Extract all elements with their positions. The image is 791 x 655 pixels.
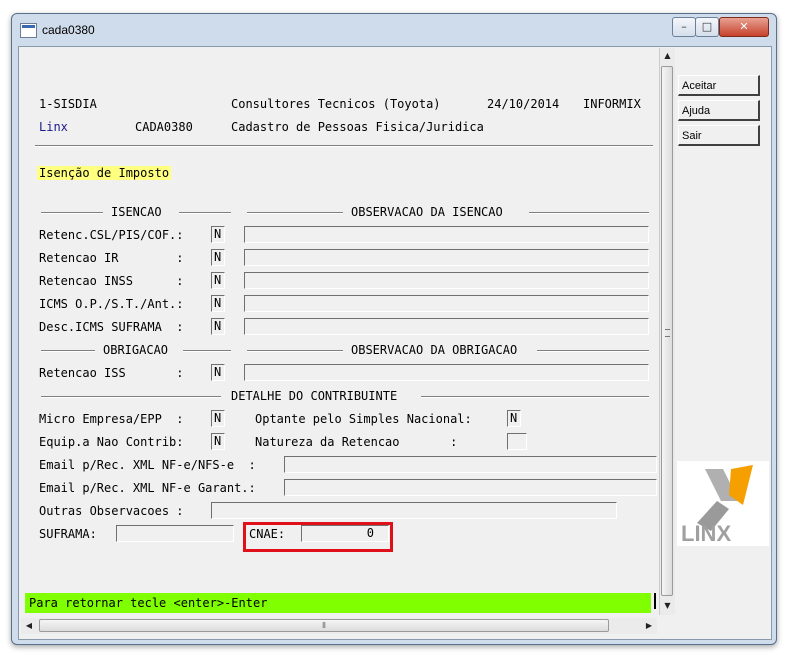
terminal-screen: 1-SISDIA Consultores Tecnicos (Toyota) 2… (21, 48, 657, 615)
email-garant-label: Email p/Rec. XML NF-e Garant.: (39, 481, 256, 495)
window-title: cada0380 (42, 23, 95, 37)
natureza-retencao-field[interactable] (507, 433, 527, 450)
simples-nacional-field[interactable]: N (507, 410, 521, 427)
divider (35, 145, 653, 147)
app-icon (20, 23, 37, 38)
app-window: cada0380 – □ ✕ 1-SISDIA Consultores Tecn… (11, 13, 777, 645)
isencao-obs-heading: OBSERVACAO DA ISENCAO (351, 205, 503, 219)
company-label: Consultores Tecnicos (Toyota) (231, 97, 441, 111)
client-area: 1-SISDIA Consultores Tecnicos (Toyota) 2… (18, 46, 772, 640)
logo-text: LINX (681, 521, 731, 546)
maximize-button[interactable]: □ (695, 17, 719, 37)
divider (247, 212, 343, 214)
desc-icms-suframa-obs-field[interactable] (244, 318, 649, 335)
retencao-ir-obs-field[interactable] (244, 249, 649, 266)
program-title: Cadastro de Pessoas Fisica/Juridica (231, 120, 484, 134)
isencao-heading: ISENCAO (111, 205, 162, 219)
suframa-field[interactable] (116, 525, 234, 542)
suframa-label: SUFRAMA: (39, 527, 97, 541)
side-panel: Aceitar Ajuda Sair LINX (675, 48, 769, 636)
text-cursor (654, 593, 656, 609)
exit-button[interactable]: Sair (678, 125, 760, 146)
icms-op-field[interactable]: N (211, 295, 225, 312)
status-line: Para retornar tecle <enter>-Enter (25, 593, 651, 613)
equip-nao-contrib-label: Equip.a Nao Contrib: (39, 435, 184, 449)
icms-op-obs-field[interactable] (244, 295, 649, 312)
email-garant-field[interactable] (284, 479, 657, 496)
divider (41, 350, 95, 352)
retencao-inss-obs-field[interactable] (244, 272, 649, 289)
simples-nacional-label: Optante pelo Simples Nacional: (255, 412, 472, 426)
retencao-iss-field[interactable]: N (211, 364, 225, 381)
icms-op-label: ICMS O.P./S.T./Ant.: (39, 297, 184, 311)
retencao-iss-label: Retencao ISS : (39, 366, 184, 380)
desc-icms-suframa-field[interactable]: N (211, 318, 225, 335)
date-label: 24/10/2014 (487, 97, 560, 111)
program-code: CADA0380 (135, 120, 193, 134)
micro-empresa-label: Micro Empresa/EPP : (39, 412, 184, 426)
system-label: 1-SISDIA (39, 97, 97, 111)
horizontal-scrollbar[interactable]: ◀ ⦀ ▶ (21, 618, 657, 634)
grip-icon (665, 329, 670, 337)
close-button[interactable]: ✕ (719, 17, 769, 37)
divider (537, 350, 649, 352)
retenc-csl-label: Retenc.CSL/PIS/COF.: (39, 228, 184, 242)
email-nfe-field[interactable] (284, 456, 657, 473)
scroll-left-icon[interactable]: ◀ (21, 618, 37, 634)
divider (529, 212, 649, 214)
retencao-iss-obs-field[interactable] (244, 364, 649, 381)
brand-label: Linx (39, 120, 68, 134)
retencao-ir-field[interactable]: N (211, 249, 225, 266)
horizontal-scroll-thumb[interactable]: ⦀ (39, 619, 609, 632)
accept-button[interactable]: Aceitar (678, 75, 760, 96)
cnae-label: CNAE: (249, 527, 286, 541)
scroll-down-icon[interactable]: ▼ (660, 598, 675, 614)
natureza-retencao-label: Natureza da Retencao : (255, 435, 458, 449)
scroll-up-icon[interactable]: ▲ (660, 48, 675, 64)
vertical-scrollbar[interactable]: ▲ ▼ (659, 48, 675, 615)
outras-observacoes-label: Outras Observacoes : (39, 504, 184, 518)
minimize-button[interactable]: – (672, 17, 696, 37)
contribuinte-heading: DETALHE DO CONTRIBUINTE (231, 389, 398, 403)
outras-observacoes-field[interactable] (211, 502, 617, 519)
retenc-csl-field[interactable]: N (211, 226, 225, 243)
obrigacao-heading: OBRIGACAO (103, 343, 169, 357)
divider (41, 212, 103, 214)
obrigacao-obs-heading: OBSERVACAO DA OBRIGACAO (351, 343, 518, 357)
cnae-field[interactable]: 0 (301, 525, 389, 542)
title-bar[interactable]: cada0380 – □ ✕ (12, 14, 776, 46)
db-label: INFORMIX (583, 97, 641, 111)
desc-icms-suframa-label: Desc.ICMS SUFRAMA : (39, 320, 184, 334)
scroll-right-icon[interactable]: ▶ (641, 618, 657, 634)
retencao-ir-label: Retencao IR : (39, 251, 184, 265)
retencao-inss-field[interactable]: N (211, 272, 225, 289)
divider (179, 212, 231, 214)
retenc-csl-obs-field[interactable] (244, 226, 649, 243)
vertical-scroll-thumb[interactable] (661, 66, 673, 596)
divider (247, 350, 343, 352)
retencao-inss-label: Retencao INSS : (39, 274, 184, 288)
linx-logo-icon: LINX (681, 465, 753, 546)
section-title: Isenção de Imposto (37, 166, 172, 180)
divider (421, 396, 649, 398)
divider (183, 350, 231, 352)
equip-nao-contrib-field[interactable]: N (211, 433, 225, 450)
linx-logo: LINX (677, 461, 769, 546)
micro-empresa-field[interactable]: N (211, 410, 225, 427)
help-button[interactable]: Ajuda (678, 100, 760, 121)
email-nfe-label: Email p/Rec. XML NF-e/NFS-e : (39, 458, 256, 472)
divider (41, 396, 221, 398)
